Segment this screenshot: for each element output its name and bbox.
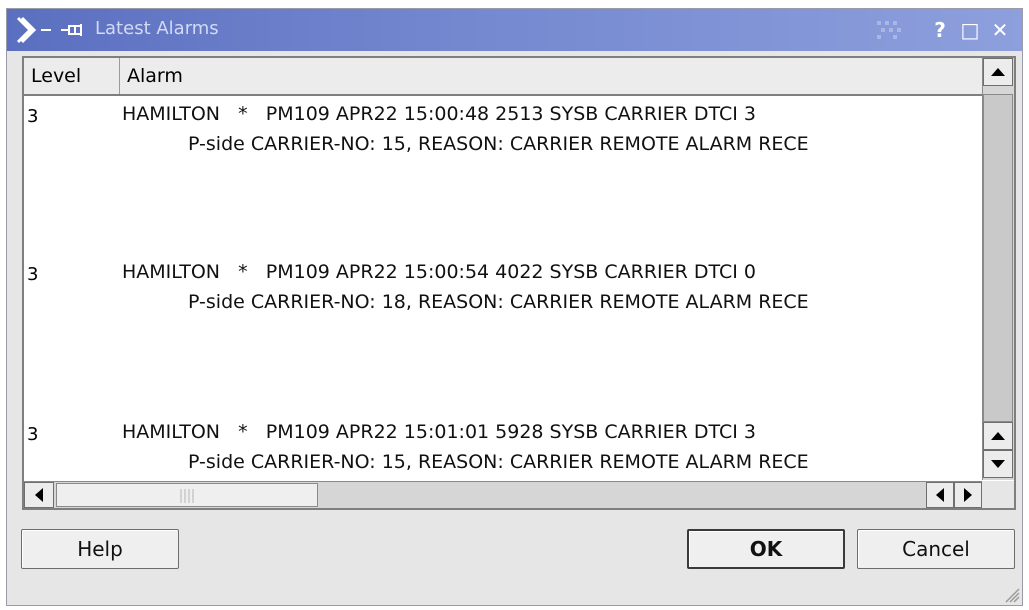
- help-button[interactable]: Help: [21, 529, 179, 569]
- arrow-left-icon: [936, 488, 944, 502]
- alarm-level: 3: [27, 264, 39, 285]
- alarm-row[interactable]: 3 HAMILTON * PM109 APR22 15:00:48 2513 S…: [24, 96, 982, 256]
- alarm-text-line1: HAMILTON * PM109 APR22 15:01:01 5928 SYS…: [122, 421, 756, 443]
- alarm-text-line2: P-side CARRIER-NO: 15, REASON: CARRIER R…: [188, 451, 809, 473]
- alarm-level: 3: [27, 106, 39, 127]
- resize-grip-icon[interactable]: [1002, 585, 1020, 603]
- grip-icon: [180, 489, 194, 503]
- latest-alarms-window: Latest Alarms ? □ ✕ Level Alarm 3 HAMILT…: [6, 8, 1023, 606]
- list-header: Level Alarm: [24, 58, 982, 96]
- alarm-rows: 3 HAMILTON * PM109 APR22 15:00:48 2513 S…: [24, 96, 982, 481]
- alarm-row[interactable]: 3 HAMILTON * PM109 APR22 15:00:54 4022 S…: [24, 254, 982, 414]
- alarm-text-line2: P-side CARRIER-NO: 18, REASON: CARRIER R…: [188, 291, 809, 313]
- scroll-left-button[interactable]: [24, 482, 54, 508]
- x-logo-icon[interactable]: [15, 16, 53, 44]
- pin-icon[interactable]: [59, 19, 87, 41]
- arrow-up-icon: [991, 432, 1005, 440]
- window-title: Latest Alarms: [95, 18, 219, 39]
- vertical-scrollbar[interactable]: [982, 58, 1014, 480]
- alarm-row[interactable]: 3 HAMILTON * PM109 APR22 15:01:01 5928 S…: [24, 414, 982, 481]
- scroll-up-button[interactable]: [983, 422, 1013, 450]
- scroll-down-button[interactable]: [983, 450, 1013, 478]
- ok-button[interactable]: OK: [687, 529, 845, 569]
- close-button[interactable]: ✕: [985, 15, 1015, 45]
- arrow-down-icon: [991, 460, 1005, 468]
- scrollbar-corner: [982, 481, 1014, 508]
- titlebar-pattern-icon: [877, 21, 901, 39]
- help-title-button[interactable]: ?: [925, 15, 955, 45]
- arrow-up-icon: [991, 68, 1005, 76]
- alarm-text-line2: P-side CARRIER-NO: 15, REASON: CARRIER R…: [188, 133, 809, 155]
- horizontal-scroll-thumb[interactable]: [56, 483, 318, 507]
- alarm-text-line1: HAMILTON * PM109 APR22 15:00:54 4022 SYS…: [122, 261, 756, 283]
- column-header-alarm[interactable]: Alarm: [120, 58, 982, 94]
- alarm-text-line1: HAMILTON * PM109 APR22 15:00:48 2513 SYS…: [122, 103, 756, 125]
- alarm-list[interactable]: Level Alarm 3 HAMILTON * PM109 APR22 15:…: [22, 56, 1016, 510]
- column-header-level[interactable]: Level: [24, 58, 120, 94]
- scroll-up-button[interactable]: [983, 58, 1013, 86]
- vertical-scroll-thumb[interactable]: [983, 94, 1013, 422]
- scroll-left-button[interactable]: [926, 482, 954, 508]
- alarm-level: 3: [27, 424, 39, 445]
- horizontal-scrollbar[interactable]: [24, 481, 982, 508]
- scroll-right-button[interactable]: [954, 482, 982, 508]
- cancel-button[interactable]: Cancel: [857, 529, 1015, 569]
- maximize-button[interactable]: □: [955, 15, 985, 45]
- arrow-left-icon: [35, 488, 43, 502]
- titlebar[interactable]: Latest Alarms ? □ ✕: [7, 9, 1022, 51]
- arrow-right-icon: [964, 488, 972, 502]
